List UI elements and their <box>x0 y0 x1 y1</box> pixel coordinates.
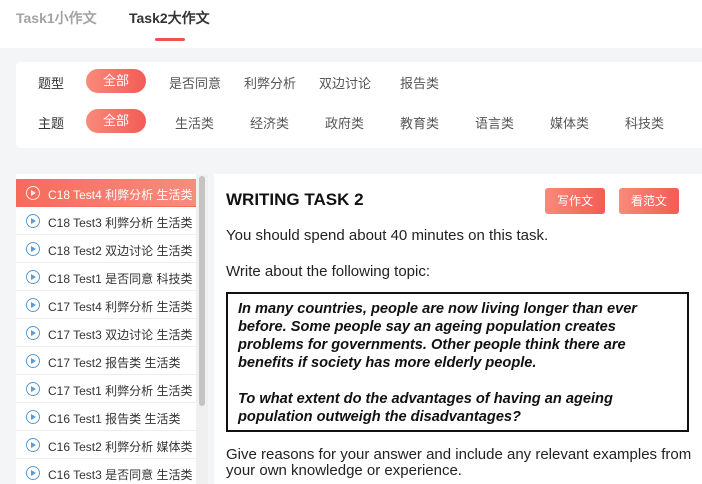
play-icon <box>26 214 40 228</box>
tab-task2[interactable]: Task2大作文 <box>129 8 210 28</box>
essay-prompt-box: In many countries, people are now living… <box>226 292 689 432</box>
list-item[interactable]: C17 Test3 双边讨论 生活类 <box>16 319 196 347</box>
topic-filter-life[interactable]: 生活类 <box>175 113 214 132</box>
play-icon <box>26 242 40 256</box>
topic-filter-economy[interactable]: 经济类 <box>250 113 289 132</box>
task-title: WRITING TASK 2 <box>226 190 364 209</box>
list-item-label: C18 Test2 双边讨论 生活类 <box>48 244 193 258</box>
list-item-label: C17 Test2 报告类 生活类 <box>48 356 181 370</box>
list-item-label: C18 Test4 利弊分析 生活类 <box>48 188 193 202</box>
play-icon <box>26 326 40 340</box>
type-filter-label: 题型 <box>38 76 65 91</box>
list-item[interactable]: C17 Test2 报告类 生活类 <box>16 347 196 375</box>
topic-filter-language[interactable]: 语言类 <box>475 113 514 132</box>
list-item-label: C16 Test2 利弊分析 媒体类 <box>48 440 193 454</box>
play-icon <box>26 298 40 312</box>
list-item[interactable]: C18 Test4 利弊分析 生活类 <box>16 179 196 207</box>
list-item[interactable]: C16 Test2 利弊分析 媒体类 <box>16 431 196 459</box>
list-scrollbar[interactable] <box>196 174 208 484</box>
topic-filter-row: 主题 全部 生活类 经济类 政府类 教育类 语言类 媒体类 科技类 <box>16 109 702 135</box>
list-item-label: C16 Test1 报告类 生活类 <box>48 412 181 426</box>
play-icon <box>26 354 40 368</box>
list-item-label: C17 Test3 双边讨论 生活类 <box>48 328 193 342</box>
list-item[interactable]: C17 Test1 利弊分析 生活类 <box>16 375 196 403</box>
list-scroll-thumb[interactable] <box>199 176 205 406</box>
topic-filter-government[interactable]: 政府类 <box>325 113 364 132</box>
topic-filter-label: 主题 <box>38 116 65 131</box>
topic-filter-all[interactable]: 全部 <box>86 109 146 133</box>
topic-filter-education[interactable]: 教育类 <box>400 113 439 132</box>
play-icon <box>26 410 40 424</box>
list-item[interactable]: C17 Test4 利弊分析 生活类 <box>16 291 196 319</box>
topic-filter-technology[interactable]: 科技类 <box>625 113 664 132</box>
list-item-label: C18 Test3 利弊分析 生活类 <box>48 216 193 230</box>
write-essay-button[interactable]: 写作文 <box>545 188 606 214</box>
play-icon <box>26 270 40 284</box>
prompt-statement: In many countries, people are now living… <box>238 301 637 371</box>
type-filter-report[interactable]: 报告类 <box>400 73 439 92</box>
tab-task1[interactable]: Task1小作文 <box>16 8 97 28</box>
topic-instruction: Write about the following topic: <box>226 263 431 280</box>
type-filter-discussion[interactable]: 双边讨论 <box>319 73 371 92</box>
list-item-label: C16 Test3 是否同意 生活类 <box>48 468 193 482</box>
list-item[interactable]: C16 Test1 报告类 生活类 <box>16 403 196 431</box>
play-icon <box>26 466 40 480</box>
list-item-label: C17 Test1 利弊分析 生活类 <box>48 384 193 398</box>
list-item[interactable]: C18 Test1 是否同意 科技类 <box>16 263 196 291</box>
writing-task-panel: WRITING TASK 2 写作文 看范文 You should spend … <box>214 174 702 484</box>
time-instruction: You should spend about 40 minutes on thi… <box>226 227 549 244</box>
closing-instruction: Give reasons for your answer and include… <box>226 446 692 479</box>
list-item[interactable]: C18 Test2 双边讨论 生活类 <box>16 235 196 263</box>
top-tab-bar: Task1小作文 Task2大作文 <box>0 0 702 48</box>
type-filter-row: 题型 全部 是否同意 利弊分析 双边讨论 报告类 <box>16 69 702 95</box>
list-item[interactable]: C16 Test3 是否同意 生活类 <box>16 459 196 484</box>
list-item[interactable]: C18 Test3 利弊分析 生活类 <box>16 207 196 235</box>
play-icon <box>26 186 40 200</box>
type-filter-pros-cons[interactable]: 利弊分析 <box>244 73 296 92</box>
list-item-label: C17 Test4 利弊分析 生活类 <box>48 300 193 314</box>
view-sample-button[interactable]: 看范文 <box>619 188 680 214</box>
active-tab-indicator <box>155 38 185 41</box>
list-item-label: C18 Test1 是否同意 科技类 <box>48 272 193 286</box>
topic-filter-media[interactable]: 媒体类 <box>550 113 589 132</box>
play-icon <box>26 382 40 396</box>
type-filter-all[interactable]: 全部 <box>86 69 146 93</box>
filter-panel: 题型 全部 是否同意 利弊分析 双边讨论 报告类 主题 全部 生活类 经济类 政… <box>16 62 702 148</box>
prompt-question: To what extent do the advantages of havi… <box>238 391 613 425</box>
type-filter-agree[interactable]: 是否同意 <box>169 73 221 92</box>
play-icon <box>26 438 40 452</box>
question-list: C18 Test4 利弊分析 生活类 C18 Test3 利弊分析 生活类 C1… <box>16 174 208 484</box>
